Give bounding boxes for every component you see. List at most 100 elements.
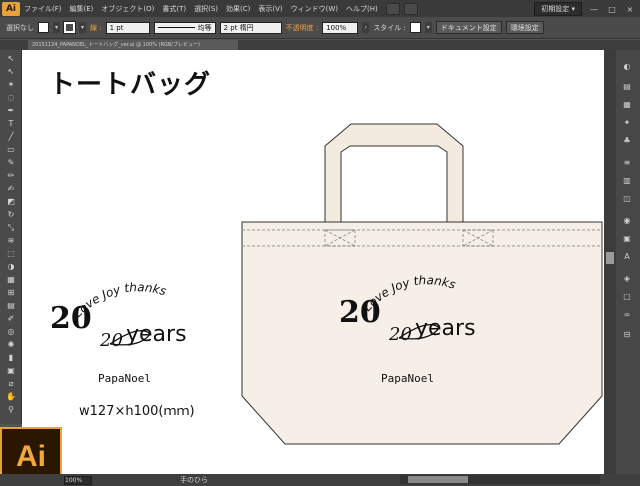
workspace-switcher[interactable]: 初期設定 ▾ — [534, 2, 582, 16]
arrange-documents-icon[interactable] — [403, 2, 418, 15]
pen-tool-icon[interactable]: ✒ — [5, 106, 17, 116]
artboard-tool-icon[interactable]: ▣ — [5, 366, 17, 376]
warp-tool-icon[interactable]: ≋ — [5, 236, 17, 246]
color-panel-icon[interactable]: ◐ — [622, 62, 632, 71]
free-transform-tool-icon[interactable]: ⬚ — [5, 249, 17, 259]
vertical-scrollbar[interactable] — [604, 50, 616, 474]
document-tab[interactable]: 20151124_PAPANOEL_トートバッグ_ver.ai @ 100% (… — [28, 40, 238, 50]
tools-panel: ↖ ↖ ✶ ◌ ✒ T ╱ ▭ ✎ ✏ ✍ ◩ ↻ ⤡ ≋ ⬚ ◑ ▦ ⊞ ▤ … — [0, 50, 22, 424]
stroke-panel-icon[interactable]: ≡ — [622, 158, 632, 167]
horizontal-scroll-thumb[interactable] — [408, 476, 468, 483]
document-tabs: 20151124_PAPANOEL_トートバッグ_ver.ai @ 100% (… — [0, 40, 640, 50]
line-tool-icon[interactable]: ╱ — [5, 132, 17, 142]
status-tool-label: 手のひら — [180, 476, 208, 484]
logo-artwork-left: Love Joy thanks 20 20 years PapaNoel — [50, 280, 187, 385]
horizontal-scrollbar[interactable] — [400, 475, 600, 484]
vertical-scroll-thumb[interactable] — [606, 252, 614, 264]
bag-logo-brand: PapaNoel — [381, 372, 434, 385]
menu-select[interactable]: 選択(S) — [190, 4, 222, 14]
character-panel-icon[interactable]: A — [622, 252, 632, 261]
tote-bag-illustration: Love Joy thanks 20 20 years PapaNoel — [241, 123, 603, 445]
menu-help[interactable]: ヘルプ(H) — [342, 4, 382, 14]
brushes-panel-icon[interactable]: ✦ — [622, 118, 632, 127]
selection-tool-icon[interactable]: ↖ — [5, 54, 17, 64]
menu-bar: Ai ファイル(F) 編集(E) オブジェクト(O) 書式(T) 選択(S) 効… — [0, 0, 640, 17]
hand-tool-icon[interactable]: ✋ — [5, 392, 17, 402]
direct-selection-tool-icon[interactable]: ↖ — [5, 67, 17, 77]
eraser-tool-icon[interactable]: ◩ — [5, 197, 17, 207]
appearance-panel-icon[interactable]: ◉ — [622, 216, 632, 225]
perspective-grid-tool-icon[interactable]: ▦ — [5, 275, 17, 285]
gradient-panel-icon[interactable]: ▥ — [622, 176, 632, 185]
blend-tool-icon[interactable]: ◎ — [5, 327, 17, 337]
line-preview-icon — [157, 27, 195, 28]
menu-type[interactable]: 書式(T) — [158, 4, 190, 14]
paintbrush-tool-icon[interactable]: ✎ — [5, 158, 17, 168]
column-graph-tool-icon[interactable]: ▮ — [5, 353, 17, 363]
opacity-label[interactable]: 不透明度 : — [286, 23, 319, 33]
links-panel-icon[interactable]: ∞ — [622, 310, 632, 319]
zoom-level-select[interactable]: 100% — [64, 475, 92, 485]
stroke-swatch[interactable] — [63, 21, 76, 34]
chevron-down-icon: ▾ — [571, 5, 575, 13]
menu-file[interactable]: ファイル(F) — [20, 4, 66, 14]
shape-builder-tool-icon[interactable]: ◑ — [5, 262, 17, 272]
zoom-tool-icon[interactable]: ⚲ — [5, 405, 17, 415]
menu-view[interactable]: 表示(V) — [254, 4, 286, 14]
symbols-panel-icon[interactable]: ♣ — [622, 136, 632, 145]
bridge-icon[interactable] — [385, 2, 400, 15]
logo-number-small: 20 — [99, 330, 123, 351]
blob-brush-tool-icon[interactable]: ✍ — [5, 184, 17, 194]
artboards-panel-icon[interactable]: ▢ — [622, 292, 632, 301]
menu-edit[interactable]: 編集(E) — [66, 4, 98, 14]
opacity-input[interactable]: 100% — [322, 21, 359, 34]
lasso-tool-icon[interactable]: ◌ — [5, 93, 17, 103]
brush-label: 2 pt 楕円 — [223, 23, 254, 32]
stroke-weight-input[interactable]: 1 pt — [105, 21, 150, 34]
symbol-sprayer-tool-icon[interactable]: ✺ — [5, 340, 17, 350]
pencil-tool-icon[interactable]: ✏ — [5, 171, 17, 181]
gradient-tool-icon[interactable]: ▤ — [5, 301, 17, 311]
bag-logo-number-small: 20 — [388, 324, 412, 345]
type-tool-icon[interactable]: T — [5, 119, 17, 129]
chevron-down-icon[interactable]: ▾ — [79, 22, 86, 33]
menu-object[interactable]: オブジェクト(O) — [97, 4, 158, 14]
app-logo-text: Ai — [16, 439, 46, 473]
minimize-button[interactable]: — — [588, 3, 600, 15]
logo-number-big: 20 — [50, 301, 92, 336]
bag-logo-number-big: 20 — [339, 295, 381, 330]
variable-width-select[interactable]: 均等 — [153, 21, 216, 34]
fill-swatch[interactable] — [38, 22, 49, 33]
stroke-label[interactable]: 線 : — [90, 23, 102, 33]
slice-tool-icon[interactable]: ⧄ — [5, 379, 17, 389]
artboard-title: トートバッグ — [49, 70, 212, 100]
transparency-panel-icon[interactable]: ◫ — [622, 194, 632, 203]
magic-wand-tool-icon[interactable]: ✶ — [5, 80, 17, 90]
eyedropper-tool-icon[interactable]: ✐ — [5, 314, 17, 324]
style-label: スタイル : — [373, 23, 406, 32]
close-button[interactable]: × — [624, 3, 636, 15]
chevron-right-icon[interactable]: › — [362, 22, 370, 33]
chevron-down-icon[interactable]: ▾ — [53, 22, 60, 33]
maximize-button[interactable]: □ — [606, 3, 618, 15]
control-bar: 選択なし ▾ ▾ 線 : 1 pt 均等 2 pt 楕円 不透明度 : 100%… — [0, 17, 640, 39]
color-guide-icon[interactable]: ▤ — [622, 82, 632, 91]
brush-select[interactable]: 2 pt 楕円 — [219, 21, 282, 34]
size-label: w127×h100(ｍｍ) — [79, 404, 195, 419]
chevron-down-icon[interactable]: ▾ — [424, 22, 432, 33]
preferences-button[interactable]: 環境設定 — [505, 21, 544, 34]
mesh-tool-icon[interactable]: ⊞ — [5, 288, 17, 298]
menu-effect[interactable]: 効果(C) — [222, 4, 254, 14]
menu-window[interactable]: ウィンドウ(W) — [287, 4, 342, 14]
rotate-tool-icon[interactable]: ↻ — [5, 210, 17, 220]
align-panel-icon[interactable]: ⊟ — [622, 330, 632, 339]
graphic-styles-panel-icon[interactable]: ▣ — [622, 234, 632, 243]
handle — [324, 123, 464, 223]
swatches-panel-icon[interactable]: ▦ — [622, 100, 632, 109]
rectangle-tool-icon[interactable]: ▭ — [5, 145, 17, 155]
workspace-label: 初期設定 — [541, 5, 570, 13]
document-settings-button[interactable]: ドキュメント設定 — [435, 21, 502, 34]
graphic-style-swatch[interactable] — [409, 22, 421, 33]
scale-tool-icon[interactable]: ⤡ — [5, 223, 17, 233]
layers-panel-icon[interactable]: ◈ — [622, 274, 632, 283]
